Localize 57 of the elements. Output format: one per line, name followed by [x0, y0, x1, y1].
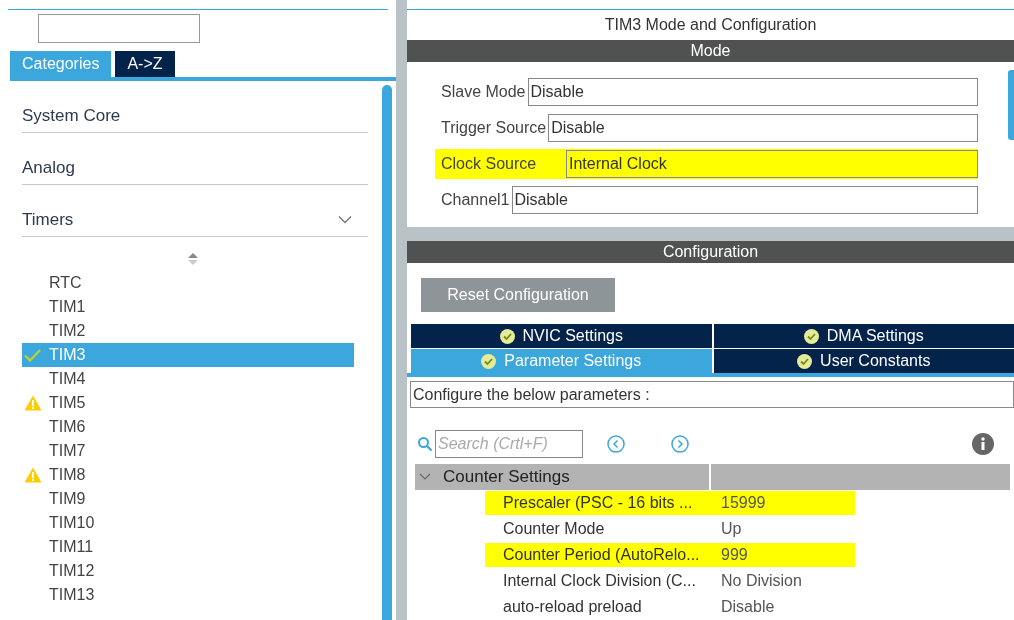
tab[interactable]: NVIC Settings [411, 324, 712, 349]
previous-icon[interactable] [607, 435, 625, 454]
search-field[interactable] [38, 14, 200, 43]
tab[interactable]: DMA Settings [713, 324, 1014, 349]
timer-item[interactable]: TIM6 [22, 415, 354, 439]
parameter-value: Up [721, 519, 742, 539]
parameter-value: No Division [721, 571, 802, 591]
search-icon [417, 436, 433, 453]
section-header: Configuration [407, 241, 1014, 264]
timer-item[interactable]: TIM2 [22, 319, 354, 343]
parameter-name: Counter Mode [503, 519, 606, 539]
info-icon[interactable] [972, 433, 994, 456]
description-text: Configure the below parameters : [410, 381, 1014, 409]
timer-item[interactable]: TIM1 [22, 295, 354, 319]
tab[interactable]: User Constants [713, 349, 1014, 374]
dropdown-field[interactable]: Internal Clock [566, 149, 978, 178]
timer-item[interactable]: TIM12 [22, 559, 354, 583]
check-circle-icon [499, 328, 515, 344]
check-circle-icon [803, 328, 819, 344]
timer-item[interactable]: TIM13 [22, 583, 354, 607]
dropdown-field[interactable]: Disable [511, 185, 978, 214]
category-item[interactable]: Timers [22, 206, 338, 233]
chevron-icon[interactable] [419, 473, 431, 481]
field-label: Trigger Source [441, 117, 548, 138]
parameter-name: Prescaler (PSC - 16 bits ... [503, 493, 694, 513]
timer-item[interactable]: RTC [22, 271, 354, 295]
section-header: Mode [407, 39, 1014, 62]
check-circle-icon [797, 353, 813, 369]
timer-item[interactable]: TIM10 [22, 511, 354, 535]
parameter-name: auto-reload preload [503, 597, 643, 617]
parameter-value: 15999 [721, 493, 766, 513]
timer-item[interactable]: TIM11 [22, 535, 354, 559]
parameter-value: 999 [721, 545, 748, 565]
chevron-icon[interactable] [338, 215, 352, 224]
timer-item[interactable]: TIM9 [22, 487, 354, 511]
timer-item[interactable]: TIM5 [22, 391, 354, 415]
next-icon[interactable] [671, 435, 689, 454]
field-label: Slave Mode [441, 81, 527, 102]
parameter-name: Internal Clock Division (C... [503, 571, 697, 591]
scrollbar[interactable] [382, 85, 392, 620]
dropdown-field[interactable]: Disable [527, 77, 978, 106]
category-item[interactable]: Analog [22, 154, 368, 181]
timer-item[interactable]: TIM4 [22, 367, 354, 391]
scrollbar[interactable] [1008, 69, 1014, 140]
category-item[interactable]: System Core [22, 102, 368, 129]
search-field[interactable]: Search (Crtl+F) [435, 430, 583, 459]
timer-item[interactable]: TIM7 [22, 439, 354, 463]
parameter-value: Disable [721, 597, 775, 617]
field-label: Clock Source [441, 153, 538, 174]
timer-item[interactable]: TIM8 [22, 463, 354, 487]
tab[interactable]: A->Z [115, 51, 175, 77]
panel-title: TIM3 Mode and Configuration [603, 14, 818, 35]
parameter-name: Counter Period (AutoRelo... [503, 545, 701, 565]
dropdown-field[interactable]: Disable [548, 113, 978, 142]
check-circle-icon [481, 353, 497, 369]
sort-icon[interactable] [188, 253, 198, 265]
field-label: Channel1 [441, 189, 511, 210]
